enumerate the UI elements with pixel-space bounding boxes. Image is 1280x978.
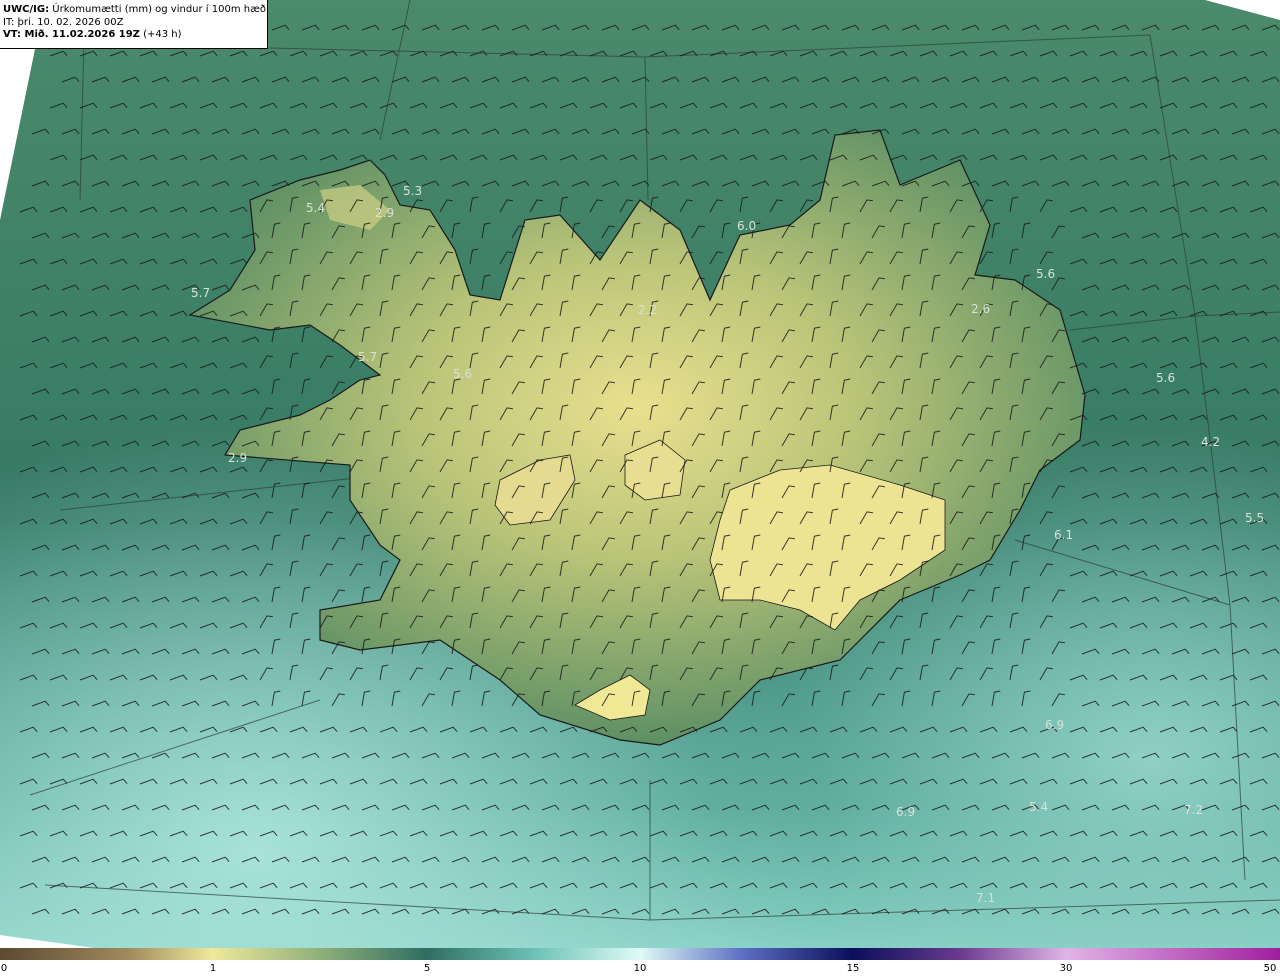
value-label: 5.6	[1156, 371, 1175, 385]
value-label: 6.0	[737, 219, 756, 233]
value-label: 5.4	[1029, 800, 1048, 814]
value-label: 7.2	[1184, 803, 1203, 817]
value-label: 6.9	[1045, 718, 1064, 732]
colorbar-tick: 15	[846, 963, 860, 974]
value-label: 6.1	[1054, 528, 1073, 542]
colorbar-tick: 10	[633, 963, 647, 974]
valid-time-line: VT: Mið. 11.02.2026 19Z (+43 h)	[3, 29, 267, 42]
colorbar-tick: 0	[0, 963, 8, 974]
colorbar-tick: 50	[1263, 963, 1277, 974]
colorbar-tick: 1	[209, 963, 217, 974]
value-label: 5.7	[358, 350, 377, 364]
value-label: 2.9	[228, 451, 247, 465]
colorbar-ticks: 0 1 5 10 15 30 50	[0, 960, 1280, 978]
model-name: UWC/IG:	[3, 4, 50, 15]
colorbar-tick: 5	[423, 963, 431, 974]
value-label: 6.9	[896, 805, 915, 819]
value-label: 5.6	[453, 367, 472, 381]
valid-time: VT: Mið. 11.02.2026 19Z	[3, 29, 140, 40]
value-label: 2.6	[971, 302, 990, 316]
map-header: UWC/IG: Úrkomumætti (mm) og vindur í 100…	[0, 0, 268, 49]
colorbar	[0, 948, 1280, 960]
value-label: 5.6	[1036, 267, 1055, 281]
value-label: 2.2	[638, 303, 657, 317]
title-line: UWC/IG: Úrkomumætti (mm) og vindur í 100…	[3, 4, 267, 17]
value-label: 5.5	[1245, 511, 1264, 525]
value-label: 4.2	[1201, 435, 1220, 449]
value-label: 5.7	[191, 286, 210, 300]
value-label: 7.1	[976, 891, 995, 905]
value-label: 5.3	[403, 184, 422, 198]
value-label: 2.9	[375, 206, 394, 220]
colorbar-tick: 30	[1059, 963, 1073, 974]
forecast-offset: (+43 h)	[143, 29, 182, 40]
value-label: 5.4	[306, 201, 325, 215]
map-title: Úrkomumætti (mm) og vindur í 100m hæð	[52, 4, 267, 15]
init-time: IT: þri. 10. 02. 2026 00Z	[3, 16, 124, 28]
map-canvas: 5.4 5.3 2.9 5.7 5.7 5.6 6.0 5.6 2.6 2.2 …	[0, 0, 1280, 948]
